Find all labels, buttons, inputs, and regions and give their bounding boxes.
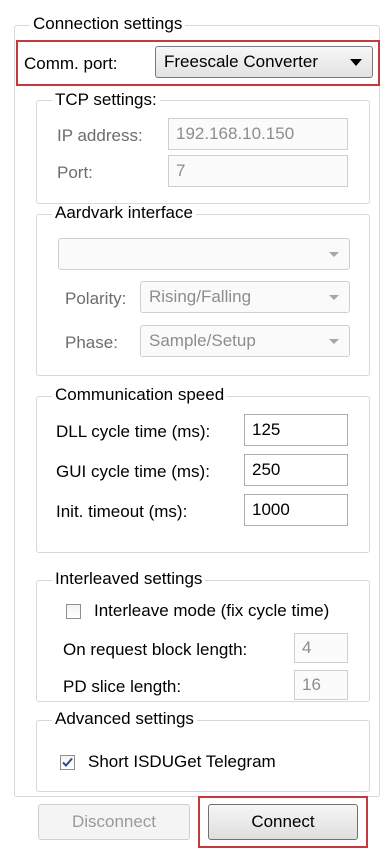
polarity-select[interactable]: Rising/Falling bbox=[140, 281, 350, 313]
comm-port-label: Comm. port: bbox=[24, 54, 118, 73]
chevron-down-icon bbox=[350, 59, 362, 66]
ip-address-field[interactable]: 192.168.10.150 bbox=[168, 118, 348, 150]
short-isduget-checkbox[interactable] bbox=[60, 755, 75, 770]
polarity-value: Rising/Falling bbox=[149, 287, 252, 306]
gui-cycle-label: GUI cycle time (ms): bbox=[56, 462, 210, 481]
connection-settings-title: Connection settings bbox=[30, 15, 186, 33]
tcp-settings-title: TCP settings: bbox=[52, 91, 160, 109]
comm-port-select[interactable]: Freescale Converter bbox=[155, 46, 373, 78]
disconnect-button[interactable]: Disconnect bbox=[38, 804, 190, 840]
init-timeout-field[interactable]: 1000 bbox=[244, 494, 348, 526]
dll-cycle-field[interactable]: 125 bbox=[244, 414, 348, 446]
port-field[interactable]: 7 bbox=[168, 155, 348, 187]
interleaved-settings-title: Interleaved settings bbox=[52, 570, 206, 588]
short-isduget-label: Short ISDUGet Telegram bbox=[88, 752, 276, 771]
communication-speed-title: Communication speed bbox=[52, 386, 228, 404]
checkmark-icon bbox=[62, 757, 73, 767]
slice-length-label: PD slice length: bbox=[63, 677, 182, 696]
phase-value: Sample/Setup bbox=[149, 331, 256, 350]
gui-cycle-field[interactable]: 250 bbox=[244, 454, 348, 486]
advanced-settings-title: Advanced settings bbox=[52, 710, 197, 728]
init-timeout-label: Init. timeout (ms): bbox=[56, 502, 188, 521]
block-length-field[interactable]: 4 bbox=[294, 633, 348, 663]
phase-select[interactable]: Sample/Setup bbox=[140, 325, 350, 357]
block-length-label: On request block length: bbox=[63, 640, 248, 659]
connect-button[interactable]: Connect bbox=[208, 804, 358, 840]
interleave-mode-label: Interleave mode (fix cycle time) bbox=[94, 601, 330, 620]
interleave-mode-checkbox[interactable] bbox=[66, 604, 81, 619]
comm-port-value: Freescale Converter bbox=[164, 52, 319, 71]
dll-cycle-label: DLL cycle time (ms): bbox=[56, 422, 211, 441]
ip-address-label: IP address: bbox=[57, 126, 143, 145]
aardvark-device-select[interactable] bbox=[58, 238, 350, 270]
polarity-label: Polarity: bbox=[65, 289, 127, 308]
chevron-down-icon bbox=[329, 295, 339, 300]
tcp-settings-group bbox=[36, 100, 370, 204]
chevron-down-icon bbox=[329, 252, 339, 257]
port-label: Port: bbox=[57, 163, 93, 182]
chevron-down-icon bbox=[329, 339, 339, 344]
aardvark-interface-title: Aardvark interface bbox=[52, 204, 196, 222]
phase-label: Phase: bbox=[65, 333, 118, 352]
slice-length-field[interactable]: 16 bbox=[294, 670, 348, 700]
